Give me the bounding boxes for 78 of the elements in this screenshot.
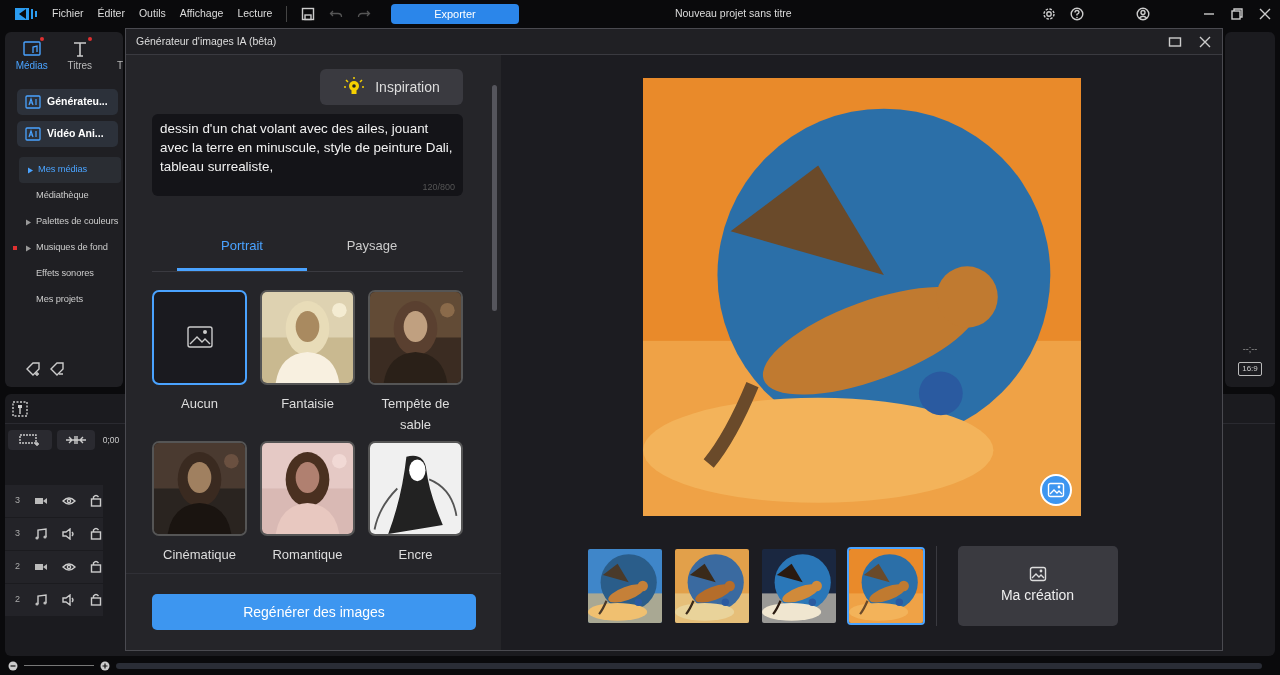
tree-item[interactable]: Mes projets — [5, 287, 121, 313]
track-number: 2 — [15, 559, 20, 573]
tree-item[interactable]: Mes médias — [19, 157, 121, 183]
style-label: Fantaisie — [280, 394, 335, 413]
image-icon — [1046, 482, 1065, 498]
track-number: 3 — [15, 493, 20, 507]
tree-item[interactable]: Médiathèque — [5, 183, 121, 209]
settings-icon[interactable] — [1042, 7, 1056, 21]
caret-icon — [25, 244, 34, 252]
music-note-icon — [34, 527, 48, 540]
inspiration-button[interactable]: Inspiration — [320, 69, 463, 105]
eye-icon[interactable] — [62, 561, 76, 572]
lock-icon[interactable] — [90, 593, 102, 606]
tool-button[interactable]: Vidéo Ani... — [17, 121, 118, 147]
tool-button[interactable]: Générateu... — [17, 89, 118, 115]
menu-item[interactable]: Lecture — [237, 6, 273, 22]
speaker-icon[interactable] — [62, 593, 76, 606]
tree-item[interactable]: Palettes de couleurs — [5, 209, 121, 235]
orientation-tab[interactable]: Portrait — [177, 236, 307, 271]
style-label: Aucun — [180, 394, 219, 413]
style-option[interactable] — [152, 289, 247, 385]
tree-item[interactable]: Effets sonores — [5, 261, 121, 287]
sidebar-tab[interactable]: T — [116, 58, 123, 73]
my-creation-button[interactable]: Ma création — [957, 546, 1118, 626]
lock-icon[interactable] — [90, 494, 102, 507]
save-icon[interactable] — [301, 7, 316, 21]
timecode: 0;00 — [102, 433, 120, 447]
camera-icon — [34, 561, 48, 572]
ai-icon — [25, 95, 41, 109]
fit-icon — [65, 434, 88, 447]
zoom-in-icon[interactable] — [100, 660, 110, 671]
maximize-icon[interactable] — [1168, 34, 1182, 49]
add-tag-icon[interactable] — [25, 361, 43, 377]
zoom-out-icon[interactable] — [8, 660, 18, 671]
close-icon[interactable] — [1258, 7, 1272, 21]
menu-item[interactable]: Éditer — [97, 6, 125, 22]
export-button[interactable]: Exporter — [390, 4, 519, 24]
dialog-title: Générateur d'images IA (bêta) — [136, 33, 277, 49]
tree-item[interactable]: Musiques de fond — [5, 235, 121, 261]
media-icon — [21, 40, 42, 58]
help-icon[interactable] — [1070, 7, 1084, 21]
track-number: 2 — [15, 592, 20, 606]
style-label: Encre — [397, 545, 434, 564]
restore-icon[interactable] — [1230, 7, 1244, 21]
character-counter: 120/800 — [422, 180, 455, 194]
timecode: --;-- — [1242, 343, 1258, 356]
add-track-button[interactable] — [7, 429, 52, 450]
caret-icon — [25, 218, 34, 226]
camera-icon — [34, 495, 48, 506]
speaker-icon[interactable] — [62, 527, 76, 540]
sidebar-tab[interactable]: Médias — [15, 58, 48, 73]
remove-tag-icon[interactable] — [48, 361, 67, 377]
aspect-ratio-button[interactable]: 16:9 — [1238, 362, 1262, 376]
project-title: Nouveau projet sans titre — [674, 6, 792, 22]
caret-icon — [27, 166, 36, 174]
sidebar-tab[interactable]: Titres — [67, 58, 93, 73]
add-track-icon — [18, 434, 41, 447]
image-icon — [1028, 566, 1047, 582]
image-icon — [185, 325, 214, 349]
music-note-icon — [34, 593, 48, 606]
style-label: Romantique — [271, 545, 344, 564]
scrollbar[interactable] — [492, 85, 497, 311]
timeline-tool-icon[interactable] — [10, 399, 29, 418]
ai-icon — [25, 127, 41, 141]
style-label: Tempête de sable — [380, 394, 451, 434]
close-icon[interactable] — [1198, 34, 1212, 49]
menu-item[interactable]: Outils — [138, 6, 166, 22]
lock-icon[interactable] — [90, 560, 102, 573]
track-number: 3 — [15, 526, 20, 540]
eye-icon[interactable] — [62, 495, 76, 506]
logo-icon — [14, 6, 38, 22]
menu-item[interactable]: Affichage — [179, 6, 224, 22]
fit-button[interactable] — [57, 429, 96, 450]
menu-item[interactable]: Fichier — [52, 6, 84, 22]
lock-icon[interactable] — [90, 527, 102, 540]
user-icon[interactable] — [1136, 7, 1150, 21]
orientation-tab[interactable]: Paysage — [307, 236, 437, 271]
style-label: Cinématique — [162, 545, 237, 564]
